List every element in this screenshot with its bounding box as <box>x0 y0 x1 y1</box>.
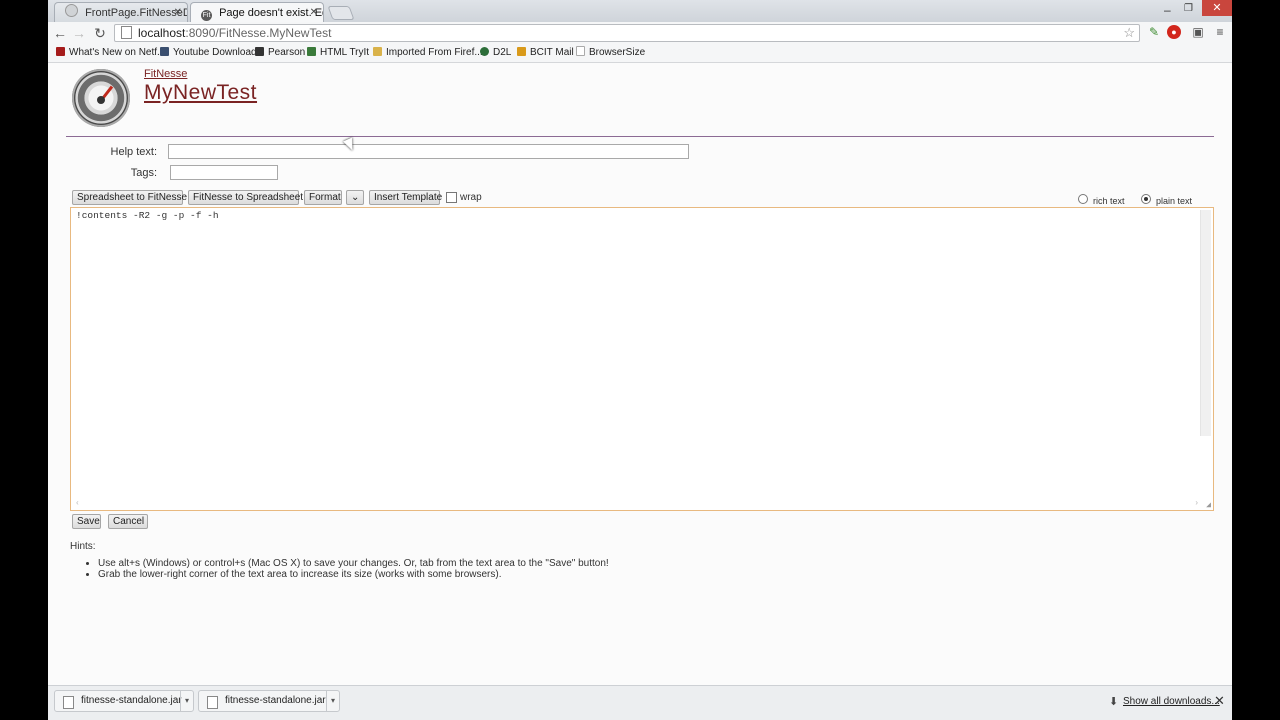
bookmark-html-tryit[interactable]: HTML TryIt <box>307 44 369 62</box>
stop-extension-icon[interactable]: ● <box>1167 25 1181 39</box>
extension-puzzle-icon[interactable]: ▣ <box>1190 24 1206 40</box>
bookmark-star-icon[interactable]: ☆ <box>1123 25 1135 41</box>
folder-icon <box>373 47 382 56</box>
bookmark-pearson[interactable]: Pearson <box>255 44 305 62</box>
close-icon[interactable]: ✕ <box>174 3 182 22</box>
rich-text-label: rich text <box>1093 196 1125 206</box>
page-content: FitNesse MyNewTest Help text: Tags: Spre… <box>48 63 1232 685</box>
browser-window: FrontPage.FitNesseDevelo ✕ Fit Page does… <box>48 0 1232 720</box>
pearson-icon <box>255 47 264 56</box>
page-icon <box>121 26 132 39</box>
template-select[interactable]: ⌄ <box>346 190 364 205</box>
help-text-label: Help text: <box>110 146 157 158</box>
chevron-down-icon: ⌄ <box>351 192 360 203</box>
dropdown-arrow-icon[interactable]: ▾ <box>326 691 339 711</box>
bookmark-youtube-download[interactable]: Youtube Download <box>160 44 257 62</box>
bookmark-label: What's New on Netf... <box>69 47 166 58</box>
hint-item: Use alt+s (Windows) or control+s (Mac OS… <box>98 558 609 569</box>
wiki-text-editor[interactable]: !contents -R2 -g -p -f -h ‹ › ◢ <box>70 207 1214 511</box>
reload-icon[interactable]: ↻ <box>91 24 109 42</box>
bookmark-imported-folder[interactable]: Imported From Firef... <box>373 44 483 62</box>
fitnesse-favicon-icon: Fit <box>201 10 212 21</box>
hints-title: Hints: <box>70 541 96 552</box>
bcit-mail-icon <box>517 47 526 56</box>
page-title[interactable]: MyNewTest <box>144 81 257 105</box>
download-filename: fitnesse-standalone.jar <box>225 695 326 706</box>
resize-handle-icon[interactable]: ◢ <box>1206 500 1211 510</box>
tab-edit-page[interactable]: Fit Page doesn't exist. Edit: Fi ✕ <box>190 2 324 22</box>
bookmark-label: BCIT Mail <box>530 47 574 58</box>
youtube-download-icon <box>160 47 169 56</box>
fitnesse-logo-icon <box>72 69 130 127</box>
scroll-left-icon[interactable]: ‹ <box>75 499 80 508</box>
tab-strip: FrontPage.FitNesseDevelo ✕ Fit Page does… <box>48 0 1232 22</box>
tags-label: Tags: <box>130 167 157 179</box>
help-text-input[interactable] <box>168 144 689 159</box>
tab-label: FrontPage.FitNesseDevelo <box>85 7 187 19</box>
bookmarks-bar: What's New on Netf... Youtube Download P… <box>48 44 1232 63</box>
download-item[interactable]: fitnesse-standalone.jar ▾ <box>54 690 194 712</box>
new-tab-button[interactable] <box>327 6 355 20</box>
bookmark-label: HTML TryIt <box>320 47 370 58</box>
save-button[interactable]: Save <box>72 514 101 529</box>
insert-template-button[interactable]: Insert Template <box>369 190 442 205</box>
minimize-icon[interactable]: – <box>1164 3 1171 17</box>
bookmark-d2l[interactable]: D2L <box>480 44 511 62</box>
d2l-icon <box>480 47 489 56</box>
gauge-hub <box>97 96 105 104</box>
tags-input[interactable] <box>170 165 278 180</box>
show-all-downloads-link[interactable]: Show all downloads... <box>1123 696 1220 707</box>
hint-item: Grab the lower-right corner of the text … <box>98 569 609 580</box>
rich-text-radio[interactable] <box>1078 194 1088 204</box>
dropdown-arrow-icon[interactable]: ▾ <box>180 691 193 711</box>
header-divider <box>66 136 1214 137</box>
wrap-label: wrap <box>460 192 482 203</box>
restore-icon[interactable]: ❐ <box>1184 3 1193 14</box>
bookmark-label: Imported From Firef... <box>386 47 483 58</box>
tab-frontpage[interactable]: FrontPage.FitNesseDevelo ✕ <box>54 2 188 22</box>
file-icon <box>63 696 74 709</box>
spreadsheet-to-fitnesse-button[interactable]: Spreadsheet to FitNesse <box>72 190 187 205</box>
netflix-icon <box>56 47 65 56</box>
download-shelf: fitnesse-standalone.jar ▾ fitnesse-stand… <box>48 685 1232 720</box>
scroll-right-icon[interactable]: › <box>1194 499 1199 508</box>
download-arrow-icon: ⬇ <box>1109 696 1119 708</box>
file-icon <box>207 696 218 709</box>
bookmark-bcit-mail[interactable]: BCIT Mail <box>517 44 574 62</box>
hints-list: Use alt+s (Windows) or control+s (Mac OS… <box>86 558 609 580</box>
close-icon[interactable]: ✕ <box>310 3 318 22</box>
bookmark-netflix[interactable]: What's New on Netf... <box>56 44 165 62</box>
cancel-button[interactable]: Cancel <box>108 514 148 529</box>
download-item[interactable]: fitnesse-standalone.jar ▾ <box>198 690 340 712</box>
fitnesse-to-spreadsheet-button[interactable]: FitNesse to Spreadsheet <box>188 190 303 205</box>
plain-text-radio[interactable] <box>1141 194 1151 204</box>
editor-content: !contents -R2 -g -p -f -h <box>76 210 219 221</box>
plain-text-label: plain text <box>1156 196 1193 206</box>
bookmark-browsersize[interactable]: BrowserSize <box>576 44 645 62</box>
editor-scrollbar[interactable] <box>1200 210 1211 436</box>
tab-label: Page doesn't exist. Edit: Fi <box>219 7 323 19</box>
close-window-button[interactable]: ✕ <box>1202 0 1232 16</box>
bookmark-label: D2L <box>493 47 512 58</box>
url-host: localhost <box>138 26 186 40</box>
menu-icon[interactable]: ≡ <box>1212 24 1228 40</box>
html-tryit-icon <box>307 47 316 56</box>
browser-toolbar: ← → ↻ localhost:8090/FitNesse.MyNewTest … <box>48 22 1232 44</box>
forward-arrow-icon[interactable]: → <box>70 24 88 42</box>
page-favicon-icon <box>65 4 78 17</box>
bookmark-label: Youtube Download <box>173 47 257 58</box>
page-icon <box>576 46 585 56</box>
wrap-checkbox[interactable] <box>446 192 457 203</box>
back-arrow-icon[interactable]: ← <box>51 24 69 42</box>
format-button[interactable]: Format <box>304 190 342 205</box>
bookmark-label: Pearson <box>268 47 306 58</box>
address-bar[interactable]: localhost:8090/FitNesse.MyNewTest ☆ <box>114 24 1140 42</box>
download-filename: fitnesse-standalone.jar <box>81 695 182 706</box>
breadcrumb-fitnesse[interactable]: FitNesse <box>144 68 187 80</box>
url-path: :8090/FitNesse.MyNewTest <box>185 26 332 40</box>
close-icon[interactable]: ✕ <box>1214 693 1225 709</box>
bookmark-label: BrowserSize <box>589 47 646 58</box>
extension-icon[interactable]: ✎ <box>1146 24 1162 40</box>
